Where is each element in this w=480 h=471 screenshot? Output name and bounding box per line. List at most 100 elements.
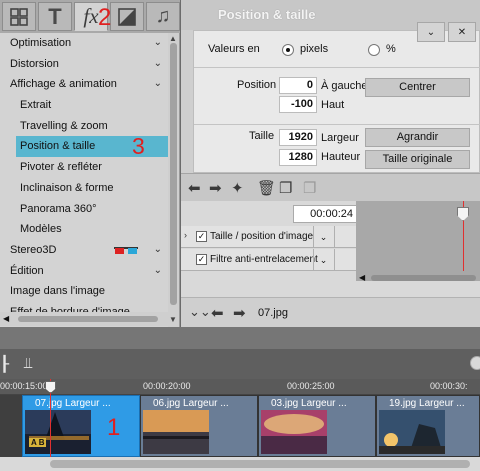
snap-icon[interactable]: ⫫ [24, 355, 32, 372]
position-y-field[interactable]: -100 [279, 96, 317, 113]
arrow-left-icon[interactable]: ⬅ [211, 304, 224, 322]
menu-item-extrait[interactable]: Extrait [0, 95, 168, 116]
clip-thumbnail [25, 410, 91, 454]
close-icon: ✕ [457, 26, 467, 38]
tab-audio[interactable]: ♫ [146, 2, 180, 31]
ruler-label: 00:00:30: [430, 381, 468, 391]
menu-hscroll-thumb[interactable] [18, 316, 158, 322]
keyframe-area: 00:00:24 › ✓ Taille / position d'image ⌄… [181, 201, 480, 297]
chevron-down-icon[interactable]: ⌄ [313, 249, 333, 271]
chevron-down-icon: ⌄ [153, 78, 162, 90]
menu-hscrollbar[interactable]: ◀ [0, 312, 168, 326]
scroll-left-icon[interactable]: ◀ [3, 314, 9, 323]
original-size-button[interactable]: Taille originale [365, 150, 470, 169]
add-keyframe-icon[interactable]: ✦ [231, 179, 244, 197]
clip-19[interactable]: 19.jpg Largeur ... [376, 395, 480, 457]
chevron-down-icon: ⌄ [153, 243, 162, 255]
ruler-icon[interactable]: ┠ [0, 355, 9, 373]
center-button[interactable]: Centrer [365, 78, 470, 97]
menu-scrollbar[interactable]: ▲ ▼ [168, 33, 179, 327]
scroll-down-icon[interactable]: ▼ [169, 315, 177, 324]
current-object-name: 07.jpg [258, 307, 288, 319]
tab-grid[interactable] [2, 2, 36, 31]
effects-tabs: T fx ♫ 2 [0, 0, 180, 33]
menu-item-image-dans-image[interactable]: Image dans l'image [0, 281, 168, 302]
timeline-track: 07.jpg Largeur ... A B 1 06.jpg Largeur … [0, 395, 480, 457]
height-field[interactable]: 1280 [279, 149, 317, 166]
arrow-right-icon[interactable]: ➡ [209, 179, 222, 197]
keyframe-row[interactable]: › ✓ Taille / position d'image ⌄ [181, 226, 356, 248]
unit-percent-radio[interactable] [368, 44, 380, 56]
keyframe-hscrollbar[interactable]: ◀ [356, 273, 480, 283]
menu-scroll-thumb[interactable] [170, 43, 177, 305]
copy-icon[interactable]: ❐ [279, 179, 292, 197]
clip-07[interactable]: 07.jpg Largeur ... A B 1 [22, 395, 140, 457]
menu-item-optimisation[interactable]: Optimisation ⌄ [0, 33, 168, 54]
double-chevron-down-icon[interactable]: ⌄⌄ [189, 304, 211, 320]
row-cell [334, 249, 356, 271]
grid-icon [10, 7, 28, 26]
ruler-label: 00:00:20:00 [143, 381, 191, 391]
menu-item-panorama[interactable]: Panorama 360° [0, 199, 168, 220]
page-title: Position & taille [218, 7, 316, 22]
clip-06[interactable]: 06.jpg Largeur ... [140, 395, 258, 457]
properties-panel: Position & taille ⌄ ✕ Valeurs en pixels … [181, 0, 480, 327]
position-label: Position [237, 79, 277, 91]
menu-item-pivoter[interactable]: Pivoter & refléter [0, 157, 168, 178]
clip-name: 07.jpg Largeur ... [35, 398, 111, 409]
keyframe-toolbar: ⬅ ➡ ✦ 🗑 ❐ ❐ [181, 173, 480, 201]
close-button[interactable]: ✕ [448, 22, 476, 42]
effects-panel: T fx ♫ 2 Optimisation ⌄ Distorsion ⌄ Affic… [0, 0, 180, 327]
position-x-field[interactable]: 0 [279, 77, 317, 94]
width-label: Largeur [321, 132, 359, 144]
keyframe-row-label: Taille / position d'image [210, 231, 314, 242]
music-note-icon: ♫ [155, 5, 171, 27]
menu-item-position-taille[interactable]: Position & taille 3 [16, 133, 168, 159]
scroll-left-icon[interactable]: ◀ [359, 273, 365, 282]
timeline-scrollbar[interactable] [0, 457, 480, 471]
transition-icon [118, 7, 136, 26]
keyframe-hscroll-thumb[interactable] [371, 275, 476, 281]
collapse-button[interactable]: ⌄ [417, 22, 445, 42]
checkbox[interactable]: ✓ [196, 254, 207, 265]
menu-item-affichage[interactable]: Affichage & animation ⌄ [0, 74, 168, 95]
menu-item-edition[interactable]: Édition ⌄ [0, 261, 168, 282]
menu-item-distorsion[interactable]: Distorsion ⌄ [0, 54, 168, 75]
keyframe-row-label: Filtre anti-entrelacement [210, 254, 318, 265]
checkbox[interactable]: ✓ [196, 231, 207, 242]
menu-item-stereo3d[interactable]: Stereo3D ⌄ [0, 240, 168, 261]
clip-thumbnail [261, 410, 327, 454]
enlarge-button[interactable]: Agrandir [365, 128, 470, 147]
arrow-left-icon[interactable]: ⬅ [188, 179, 201, 197]
clip-thumbnail [143, 410, 209, 454]
position-x-label: À gauche [321, 80, 368, 92]
position-size-settings: ⌄ ✕ Valeurs en pixels % Position 0 À gau… [193, 22, 480, 173]
expand-icon[interactable]: › [184, 230, 187, 240]
width-field[interactable]: 1920 [279, 129, 317, 146]
timecode-field[interactable]: 00:00:24 [293, 205, 357, 223]
tab-transitions[interactable] [110, 2, 144, 31]
scroll-up-icon[interactable]: ▲ [169, 34, 177, 43]
app-window: T fx ♫ 2 Optimisation ⌄ Distorsion ⌄ Affic… [0, 0, 480, 471]
clip-name: 03.jpg Largeur ... [271, 398, 347, 409]
unit-pixels-radio[interactable] [282, 44, 294, 56]
ruler-label: 00:00:25:00 [287, 381, 335, 391]
values-in-label: Valeurs en [208, 43, 260, 55]
chevron-down-icon: ⌄ [153, 264, 162, 276]
paste-icon[interactable]: ❐ [303, 179, 316, 197]
timeline-scroll-thumb[interactable] [50, 460, 470, 468]
clip-name: 19.jpg Largeur ... [389, 398, 465, 409]
unit-pixels-label: pixels [300, 43, 329, 55]
zoom-icon[interactable] [470, 356, 480, 370]
keyframe-row[interactable]: ✓ Filtre anti-entrelacement ⌄ [181, 249, 356, 271]
menu-item-modeles[interactable]: Modèles [0, 219, 168, 240]
chevron-down-icon[interactable]: ⌄ [313, 226, 333, 248]
fx-tab-icon: fx [83, 4, 99, 28]
size-label: Taille [249, 130, 275, 142]
menu-item-inclinaison[interactable]: Inclinaison & forme [0, 178, 168, 199]
timeline-ruler[interactable]: 00:00:15:00 00:00:20:00 00:00:25:00 00:0… [0, 379, 480, 395]
arrow-right-icon[interactable]: ➡ [233, 304, 246, 322]
clip-03[interactable]: 03.jpg Largeur ... [258, 395, 376, 457]
trash-icon[interactable]: 🗑 [257, 179, 276, 197]
tab-text[interactable]: T [38, 2, 72, 31]
